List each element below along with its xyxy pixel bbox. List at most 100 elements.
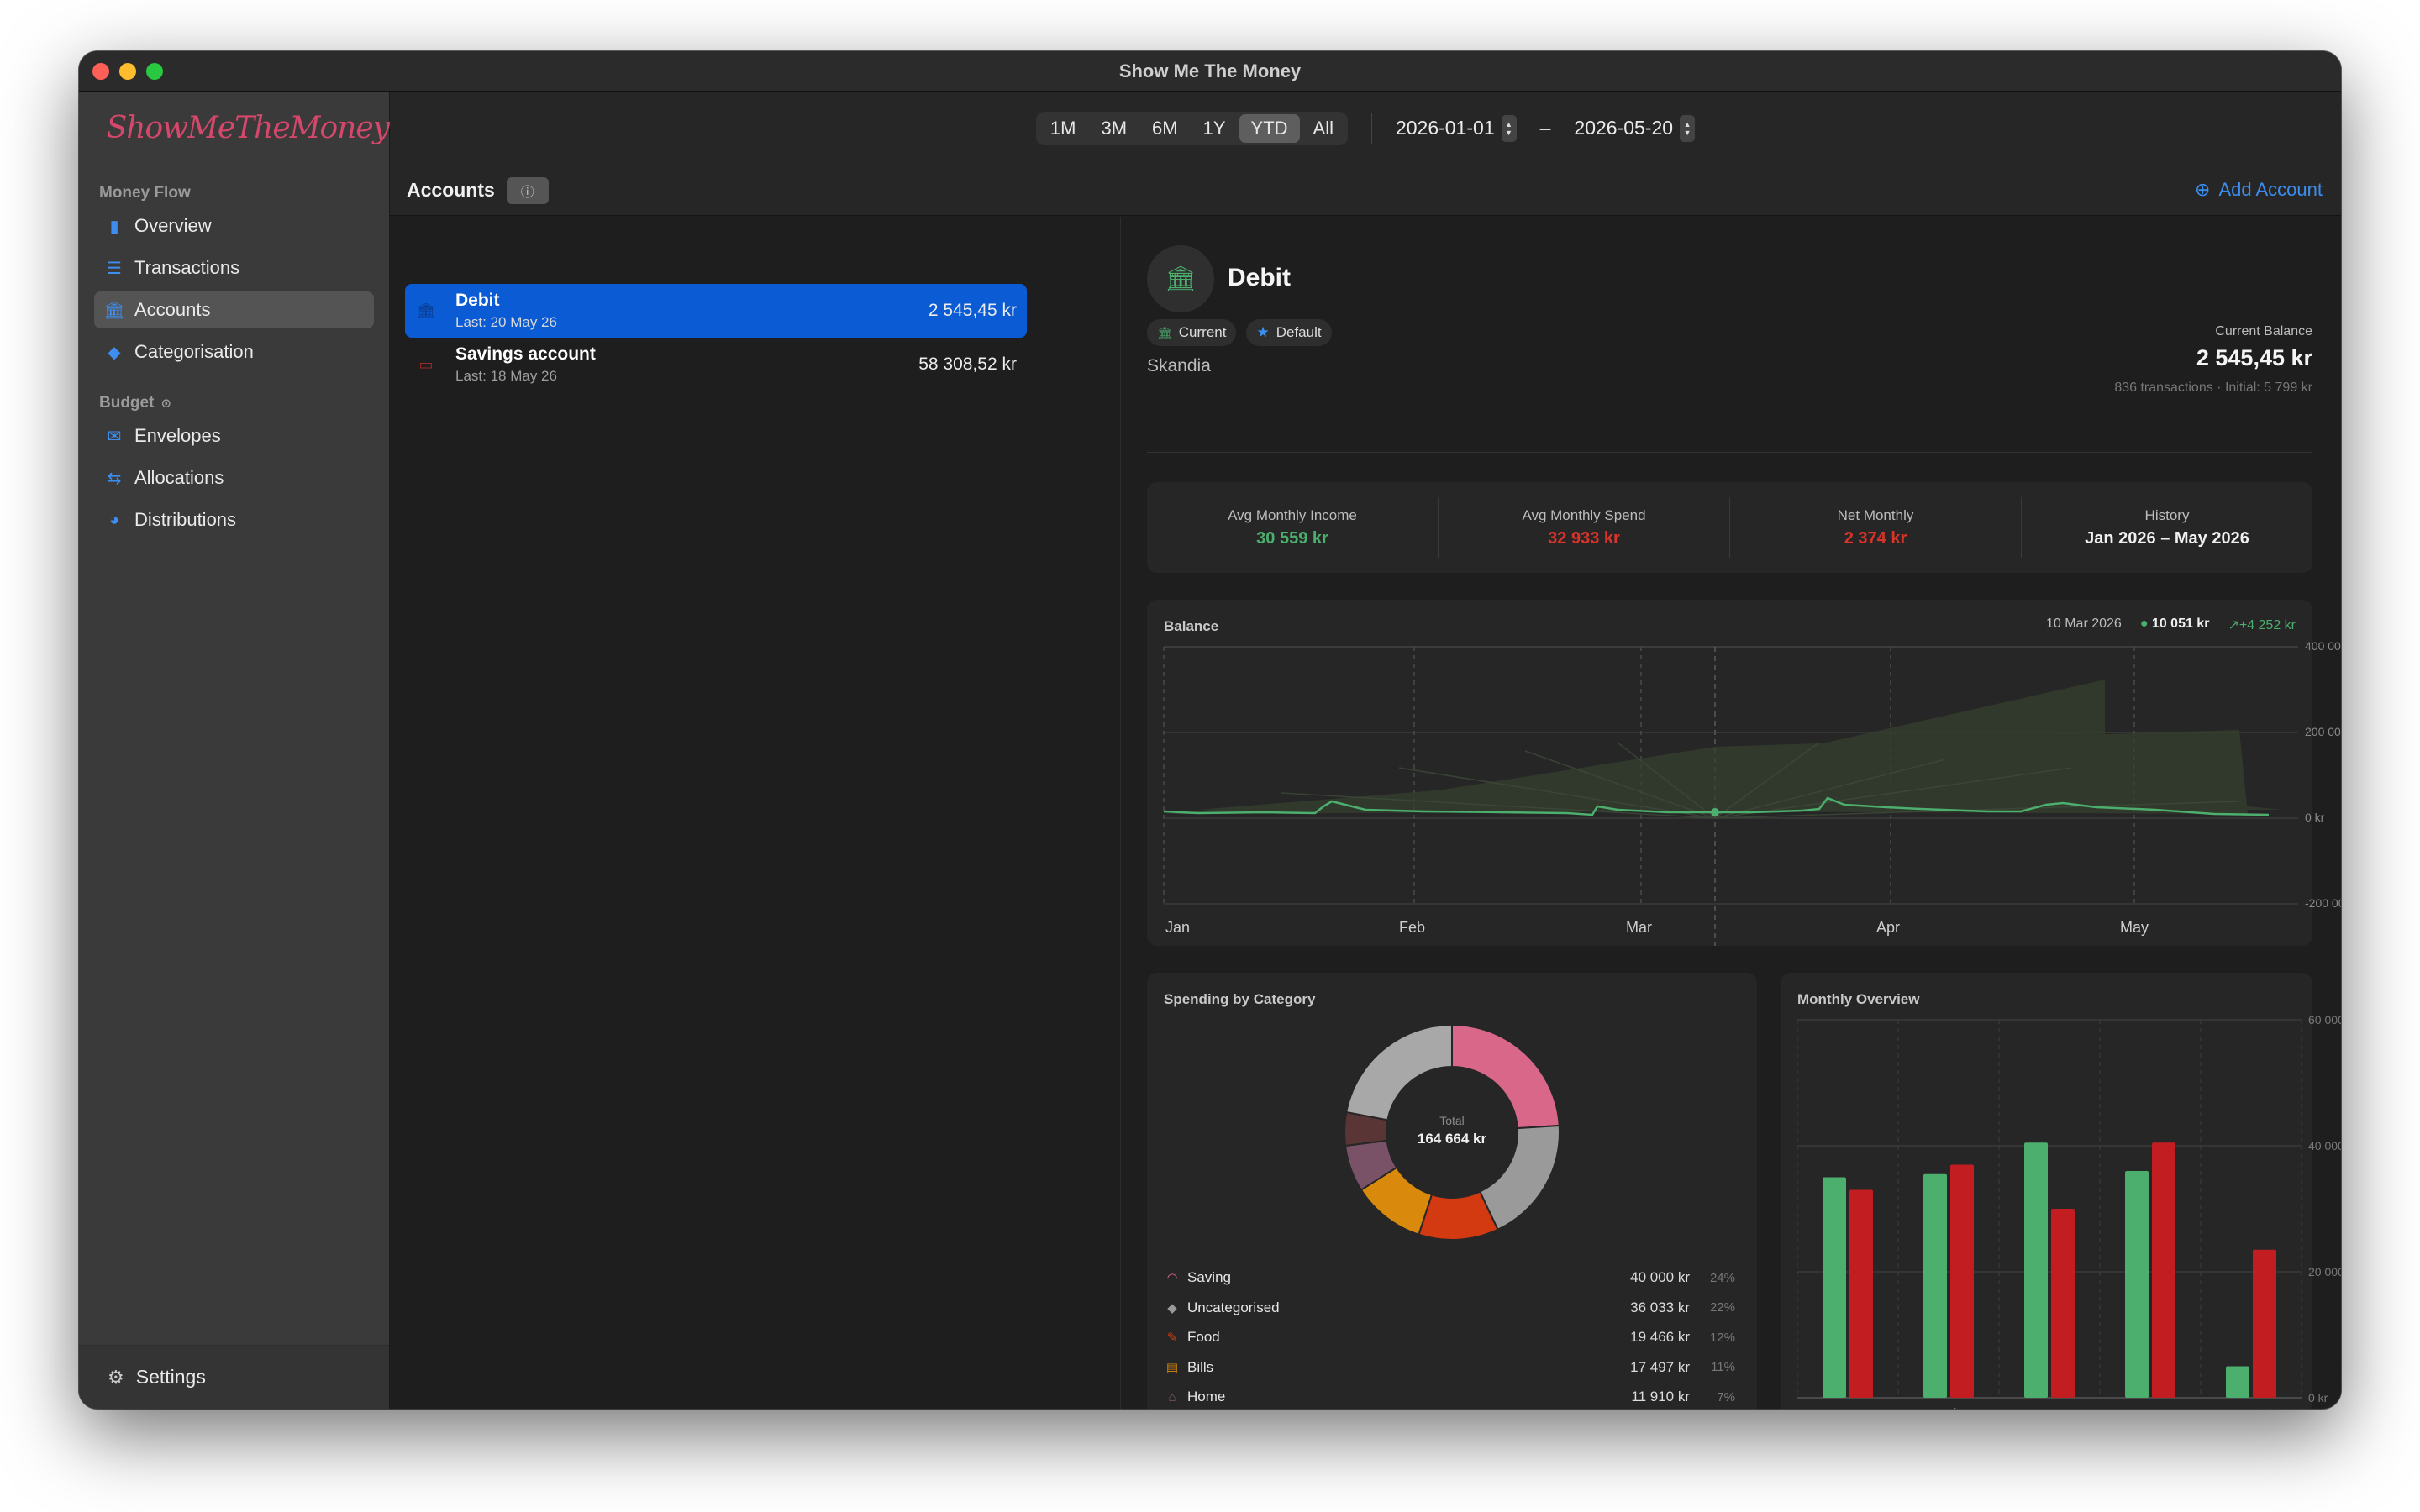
house-icon: ⌂ [1168,1389,1176,1404]
legend-row-home[interactable]: ⌂ Home 11 910 kr 7% [1164,1384,1735,1409]
bar-expenses-apr[interactable] [2152,1142,2175,1398]
fork-icon: ✎ [1166,1331,1178,1345]
legend-name: Bills [1187,1358,1214,1375]
settings-button[interactable]: ⚙ Settings [79,1345,389,1409]
legend-percent: 7% [1717,1389,1735,1404]
x-tick: Apr [1876,919,1900,936]
sidebar-item-categorisation[interactable]: ◆ Categorisation [94,333,374,370]
bar-expenses-mar[interactable] [2051,1209,2075,1398]
logo: ShowMeTheMoney [79,92,390,165]
sidebar-item-label: Categorisation [134,341,254,362]
date-from-stepper[interactable]: ▲ ▼ [1501,114,1517,142]
range-all-button[interactable]: All [1302,114,1345,143]
sidebar-item-label: Distributions [134,509,237,530]
bar-expenses-jan[interactable] [1849,1189,1873,1399]
x-tick-label: Mar [2037,1406,2063,1409]
donut-slice-uncategorised[interactable] [1345,1023,1453,1121]
sidebar-section-budget: Budget ⊙ [79,370,389,412]
stat-value: 2 374 kr [1844,528,1907,548]
range-6m-button[interactable]: 6M [1140,114,1190,143]
list-icon: ☰ [107,259,122,278]
legend-row-food[interactable]: ✎ Food 19 466 kr 12% [1164,1325,1735,1350]
bank-name: Skandia [1147,356,1211,375]
legend-row-saving[interactable]: ◠ Saving 40 000 kr 24% [1164,1265,1735,1290]
add-account-button[interactable]: ⊕ Add Account [2195,179,2323,201]
legend-amount: 11 910 kr [1631,1389,1690,1404]
sidebar-item-overview[interactable]: ▮ Overview [94,207,374,244]
monthly-overview-chart[interactable]: 60 000 kr 40 000 kr 20 000 kr 0 kr Jan Feb Mar… [1781,973,2341,1409]
legend-amount: 36 033 kr [1630,1299,1690,1315]
bar-income-may[interactable] [2226,1366,2249,1399]
app-window: Show Me The Money ShowMeTheMoney Money F… [79,51,2341,1409]
gear-icon: ⚙ [108,1366,124,1388]
balance-chart-svg[interactable]: 400 000 kr 200 000 kr 0 kr -200 000 kr J… [1147,600,2341,946]
tag-icon: ◆ [108,343,121,362]
bar-income-feb[interactable] [1923,1173,1947,1398]
legend-amount: 17 497 kr [1630,1358,1690,1375]
sidebar-item-label: Accounts [134,299,211,320]
current-balance-value: 2 545,45 kr [2196,345,2312,370]
account-name: Savings account [455,344,596,364]
range-1m-button[interactable]: 1M [1039,114,1088,143]
y-tick-label: 0 kr [2308,1391,2328,1404]
zoom-window-button[interactable] [146,63,163,80]
date-to-value: 2026-05-20 [1574,117,1674,139]
bank-icon: 🏛 [1157,325,1172,339]
date-to-stepper[interactable]: ▲ ▼ [1680,114,1696,142]
stat-net-monthly: Net Monthly 2 374 kr [1730,497,2022,558]
y-tick: -200 000 kr [2305,896,2341,910]
chip-current: 🏛 Current [1147,319,1237,346]
date-to-field[interactable]: 2026-05-20 ▲ ▼ [1574,114,1696,142]
x-tick: Jan [1165,919,1190,936]
bar-income-mar[interactable] [2024,1142,2048,1398]
stat-label: Avg Monthly Income [1228,507,1357,523]
donut-slice-saving[interactable] [1451,1023,1560,1130]
bar-expenses-may[interactable] [2253,1249,2276,1398]
legend-row-uncategorised[interactable]: ◆ Uncategorised 36 033 kr 22% [1164,1295,1735,1320]
sidebar-item-accounts[interactable]: 🏛 Accounts [94,291,374,328]
stats-bar: Avg Monthly Income 30 559 kr Avg Monthly… [1147,482,2312,573]
sidebar: ShowMeTheMoney Money Flow ▮ Overview ☰ T… [79,92,390,1409]
plus-circle-icon: ⊕ [2195,179,2211,200]
close-window-button[interactable] [92,63,109,80]
sidebar-item-label: Overview [134,215,212,236]
accounts-title: Accounts [407,179,495,201]
sidebar-item-allocations[interactable]: ⇆ Allocations [94,459,374,496]
info-icon[interactable]: ⓘ [506,176,549,204]
pie-icon: ◕ [108,510,120,529]
range-1y-button[interactable]: 1Y [1192,114,1238,143]
bar-expenses-feb[interactable] [1950,1164,1974,1399]
bank-icon: 🏛 [1147,245,1214,312]
range-ytd-button[interactable]: YTD [1239,113,1300,143]
range-segmented-control: 1M 3M 6M 1Y YTD All [1035,111,1348,145]
account-amount: 2 545,45 kr [928,301,1017,320]
bar-income-apr[interactable] [2125,1171,2149,1398]
account-row-debit[interactable]: 🏛 Debit Last: 20 May 26 2 545,45 kr [405,284,1027,338]
chip-label: Default [1276,324,1322,340]
chart-bar-icon: ▮ [109,217,119,236]
stat-value: 32 933 kr [1548,528,1620,548]
spending-donut-chart[interactable] [1147,973,1757,1250]
budget-info-icon[interactable]: ⊙ [160,396,171,411]
account-amount: 58 308,52 kr [918,354,1017,374]
spending-panel: Spending by Category Total 164 664 kr ◠ S… [1147,973,1757,1409]
y-tick: 0 kr [2305,811,2325,824]
account-row-savings[interactable]: ▭ Savings account Last: 18 May 26 58 308… [405,338,1027,391]
envelope-icon: ✉ [107,427,122,446]
sidebar-item-envelopes[interactable]: ✉ Envelopes [94,417,374,454]
x-tick-label: May [2237,1406,2265,1409]
bar-income-jan[interactable] [1823,1177,1846,1399]
x-tick-label: Jan [1835,1406,1860,1409]
settings-label: Settings [135,1366,206,1388]
sidebar-item-label: Transactions [134,257,240,278]
legend-percent: 22% [1709,1300,1735,1315]
account-name: Debit [455,291,500,310]
range-3m-button[interactable]: 3M [1089,114,1139,143]
logo-icon [96,128,97,129]
sidebar-item-distributions[interactable]: ◕ Distributions [94,501,374,538]
balance-chart-panel: Balance 10 Mar 2026 ● 10 051 kr ↗+4 252 … [1147,600,2341,946]
minimize-window-button[interactable] [119,63,136,80]
legend-row-bills[interactable]: ▤ Bills 17 497 kr 11% [1164,1355,1735,1380]
sidebar-item-transactions[interactable]: ☰ Transactions [94,249,374,286]
date-from-field[interactable]: 2026-01-01 ▲ ▼ [1396,114,1517,142]
